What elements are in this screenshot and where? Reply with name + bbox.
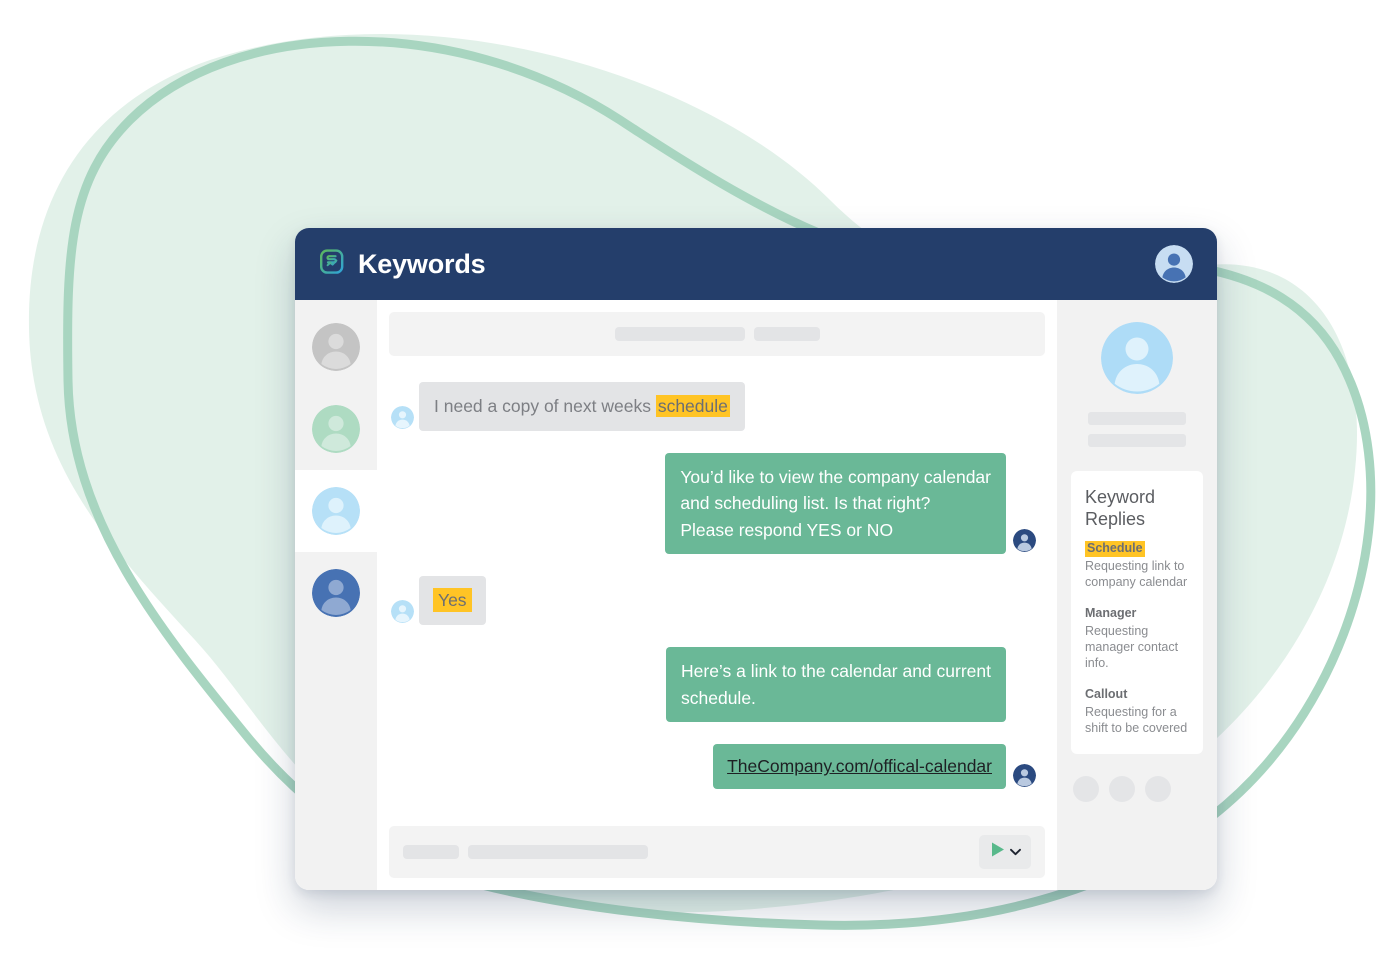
keyword-entry-description: Requesting manager contact info. bbox=[1085, 623, 1189, 671]
keyword-highlight: schedule bbox=[655, 395, 730, 417]
message-row: You’d like to view the company calendar … bbox=[383, 452, 1037, 555]
message-row: TheCompany.com/offical-calendar bbox=[383, 744, 1037, 789]
keyword-entry-name: Schedule bbox=[1085, 541, 1145, 557]
page-title: Keywords bbox=[358, 248, 486, 279]
message-text-line: and scheduling list. Is that right? bbox=[680, 493, 931, 514]
panel-dot[interactable] bbox=[1109, 776, 1135, 803]
window-body: I need a copy of next weeks schedule You… bbox=[295, 300, 1217, 890]
keyword-description-line: Requesting link to bbox=[1085, 559, 1185, 574]
message-text: I need a copy of next weeks bbox=[434, 396, 656, 416]
contact-avatar-icon bbox=[389, 405, 415, 431]
keyword-replies-title-line-2: Replies bbox=[1085, 508, 1146, 529]
sidebar-item-conversation-4[interactable] bbox=[295, 552, 377, 634]
account-avatar[interactable] bbox=[1155, 245, 1193, 283]
agent-avatar-icon bbox=[1011, 763, 1037, 789]
brand: Keywords bbox=[319, 248, 486, 280]
message-bubble: I need a copy of next weeks schedule bbox=[419, 382, 745, 431]
keyword-entry-schedule[interactable]: Schedule Requesting link to company cale… bbox=[1085, 539, 1189, 590]
contact-detail-skeleton bbox=[1088, 434, 1186, 447]
agent-avatar-icon bbox=[1011, 529, 1037, 554]
chat-header-skeleton-2 bbox=[753, 327, 820, 341]
contact-detail-panel: Keyword Replies Schedule Requesting link… bbox=[1057, 300, 1217, 890]
panel-placeholder-dots bbox=[1071, 776, 1203, 803]
keyword-entry-description: Requesting for a shift to be covered bbox=[1085, 704, 1189, 736]
send-play-icon bbox=[990, 841, 1006, 863]
message-text-line: You’d like to view the company calendar bbox=[680, 466, 991, 487]
keyword-entry-callout[interactable]: Callout Requesting for a shift to be cov… bbox=[1085, 685, 1189, 736]
message-link-bubble[interactable]: TheCompany.com/offical-calendar bbox=[713, 744, 1006, 789]
message-text-line: Here’s a link to the calendar and curren… bbox=[681, 660, 991, 681]
conversation-avatar-icon bbox=[312, 405, 360, 453]
contact-name-skeleton bbox=[1088, 412, 1186, 425]
message-row: Here’s a link to the calendar and curren… bbox=[383, 646, 1037, 723]
message-composer[interactable] bbox=[389, 826, 1045, 878]
keyword-replies-title-line-1: Keyword bbox=[1085, 487, 1156, 507]
composer-skeleton-2 bbox=[468, 845, 648, 859]
keyword-entry-name: Callout bbox=[1085, 687, 1128, 702]
message-row: I need a copy of next weeks schedule bbox=[383, 382, 1037, 431]
message-row: Yes bbox=[383, 576, 1037, 625]
keyword-highlight: Yes bbox=[433, 588, 472, 613]
keyword-description-line: info. bbox=[1085, 656, 1109, 671]
message-bubble: Here’s a link to the calendar and curren… bbox=[666, 646, 1006, 723]
keywords-speech-bubble-logo-icon bbox=[319, 248, 345, 280]
contact-avatar-icon bbox=[389, 599, 415, 625]
conversation-avatar-icon bbox=[312, 323, 360, 371]
keyword-description-line: shift to be covered bbox=[1085, 721, 1188, 736]
keyword-description-line: Requesting bbox=[1085, 624, 1149, 639]
keyword-description-line: company calendar bbox=[1085, 575, 1188, 590]
keyword-description-line: Requesting for a bbox=[1085, 705, 1177, 720]
panel-dot[interactable] bbox=[1145, 776, 1171, 803]
send-button[interactable] bbox=[979, 835, 1031, 869]
conversation-avatar-icon bbox=[312, 569, 360, 617]
contact-large-avatar-icon bbox=[1101, 322, 1173, 394]
keyword-description-line: manager contact bbox=[1085, 640, 1179, 655]
keyword-replies-title: Keyword Replies bbox=[1085, 487, 1189, 530]
keyword-entry-manager[interactable]: Manager Requesting manager contact info. bbox=[1085, 604, 1189, 671]
keyword-entry-name: Manager bbox=[1085, 606, 1137, 621]
chat-column: I need a copy of next weeks schedule You… bbox=[377, 300, 1057, 890]
chat-header-placeholder bbox=[389, 312, 1045, 356]
message-bubble: You’d like to view the company calendar … bbox=[665, 452, 1006, 555]
composer-skeleton-1 bbox=[403, 845, 459, 859]
panel-dot[interactable] bbox=[1073, 776, 1099, 803]
conversation-avatar-icon bbox=[312, 487, 360, 535]
title-bar: Keywords bbox=[295, 228, 1217, 300]
message-text-line: schedule. bbox=[681, 687, 756, 708]
keyword-replies-card: Keyword Replies Schedule Requesting link… bbox=[1071, 471, 1203, 755]
message-list: I need a copy of next weeks schedule You… bbox=[377, 356, 1057, 826]
chevron-down-icon[interactable] bbox=[1009, 843, 1021, 861]
keyword-entry-description: Requesting link to company calendar bbox=[1085, 558, 1189, 590]
sidebar-item-conversation-1[interactable] bbox=[295, 306, 377, 388]
message-text-line: Please respond YES or NO bbox=[680, 519, 894, 540]
app-window: Keywords I need a copy of next weeks sch… bbox=[295, 228, 1217, 890]
message-avatar-spacer bbox=[1011, 720, 1037, 722]
conversation-rail bbox=[295, 300, 377, 890]
calendar-link[interactable]: TheCompany.com/offical-calendar bbox=[727, 756, 992, 776]
sidebar-item-conversation-2[interactable] bbox=[295, 388, 377, 470]
chat-header-skeleton-1 bbox=[614, 327, 745, 341]
message-bubble: Yes bbox=[419, 576, 486, 625]
sidebar-item-conversation-3[interactable] bbox=[295, 470, 377, 552]
